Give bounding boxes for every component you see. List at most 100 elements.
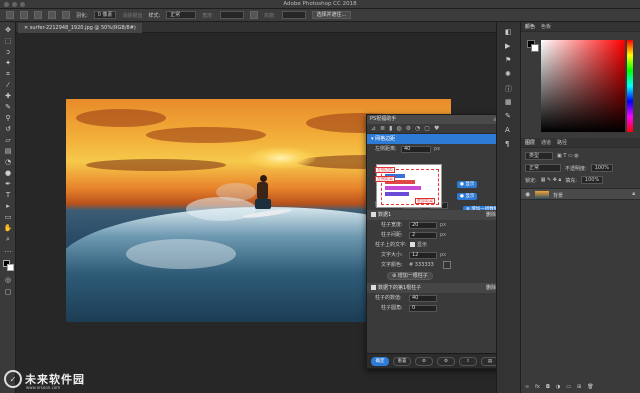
reset-button[interactable]: 重置 xyxy=(393,356,411,366)
bar-gap-input[interactable]: 2 xyxy=(409,231,437,239)
new-layer-icon[interactable]: ⊞ xyxy=(577,384,581,390)
delete-bar1-button[interactable]: 删除 xyxy=(486,283,496,293)
info-icon[interactable]: ⓘ xyxy=(505,84,512,94)
font-size-input[interactable]: 12 xyxy=(409,251,437,259)
layer-row-background[interactable]: ◉ 背景 🔒︎ xyxy=(521,188,640,200)
magic-wand-tool-icon[interactable]: ✦ xyxy=(4,59,12,67)
layer-kind-select[interactable]: 类型 xyxy=(525,152,553,160)
brush-tool-icon[interactable]: ✎ xyxy=(4,103,12,111)
confirm-button[interactable]: 确定 xyxy=(371,356,389,366)
bar-text-show-checkbox[interactable]: 显示 xyxy=(410,240,427,250)
tab-paths[interactable]: 路径 xyxy=(557,139,567,146)
opacity-input[interactable]: 100% xyxy=(590,164,613,172)
new-selection-icon[interactable] xyxy=(20,11,28,19)
blend-mode-select[interactable]: 正常 xyxy=(525,164,561,172)
add-selection-icon[interactable] xyxy=(34,11,42,19)
select-and-mask-button[interactable]: 选择并遮住... xyxy=(311,11,352,19)
feather-input[interactable]: 0 像素 xyxy=(93,11,117,19)
footer-export-icon[interactable]: ⇪ xyxy=(459,356,477,366)
style-select[interactable]: 正常 xyxy=(166,11,197,19)
history-brush-tool-icon[interactable]: ↺ xyxy=(4,125,12,133)
swap-dimensions-icon[interactable] xyxy=(249,11,258,19)
crop-tool-icon[interactable]: ⌗ xyxy=(4,70,12,78)
pie-icon[interactable]: ◔ xyxy=(415,125,420,132)
gradient-panel-icon[interactable]: ▦ xyxy=(505,98,512,106)
character-icon[interactable]: A xyxy=(505,126,510,134)
background-color-swatch[interactable] xyxy=(7,264,14,271)
hue-slider[interactable] xyxy=(627,40,633,132)
fill-input[interactable]: 100% xyxy=(580,176,604,184)
chart-icon[interactable]: ⊿ xyxy=(371,125,376,132)
heart-icon[interactable]: ♥ xyxy=(434,125,439,132)
data1-checkbox[interactable] xyxy=(371,212,376,217)
show-toggle-2[interactable]: ● 显示 xyxy=(457,193,478,200)
path-selection-tool-icon[interactable]: ▸ xyxy=(4,202,12,210)
play-action-icon[interactable]: ▶ xyxy=(505,42,510,50)
lock-icons[interactable]: ▦ ✎ ✥ 🔒︎ xyxy=(541,177,562,183)
adjustment-layer-icon[interactable]: ◑ xyxy=(556,384,560,390)
bar-value-input[interactable]: 40 xyxy=(409,294,437,302)
move-tool-icon[interactable]: ✥ xyxy=(4,26,12,34)
footer-settings-icon[interactable]: ⚙ xyxy=(415,356,433,366)
lasso-tool-icon[interactable]: ↄ xyxy=(4,48,12,56)
tab-channels[interactable]: 通道 xyxy=(541,139,551,146)
brush-panel-icon[interactable]: ✎ xyxy=(505,112,511,120)
gradient-tool-icon[interactable]: ▤ xyxy=(4,147,12,155)
zoom-tool-icon[interactable]: ⌕ xyxy=(4,235,12,243)
healing-brush-tool-icon[interactable]: ✚ xyxy=(4,92,12,100)
light-icon[interactable]: ✺ xyxy=(505,70,511,78)
eraser-tool-icon[interactable]: ▱ xyxy=(4,136,12,144)
tab-layers[interactable]: 图层 xyxy=(525,139,535,146)
frame-icon[interactable]: ▢ xyxy=(424,125,430,132)
grid-margin-section-header[interactable]: ▾ 网格边距 xyxy=(367,134,502,144)
text-icon[interactable]: ≣ xyxy=(380,125,385,132)
trash-icon[interactable]: 🗑︎ xyxy=(587,384,593,390)
bar-width-input[interactable]: 20 xyxy=(409,221,437,229)
bar-radius-input[interactable]: 0 xyxy=(409,304,437,312)
group-icon[interactable]: ▭ xyxy=(566,384,571,390)
footer-gear-icon[interactable]: ⚙ xyxy=(437,356,455,366)
clone-stamp-tool-icon[interactable]: ⚲ xyxy=(4,114,12,122)
screen-mode-icon[interactable]: ▢ xyxy=(4,288,12,296)
bar1-section-header[interactable]: 数据下的第1根柱子 删除 xyxy=(367,283,502,293)
settings-icon[interactable]: ⚙ xyxy=(406,125,411,132)
filter-icons[interactable]: ▣ T ▭ ◍ xyxy=(557,153,579,159)
data1-section-header[interactable]: 数据1 删除 xyxy=(367,210,502,220)
mask-icon[interactable]: ◘ xyxy=(546,384,550,390)
intersect-selection-icon[interactable] xyxy=(62,11,70,19)
background-swatch[interactable] xyxy=(531,44,539,52)
height-input[interactable] xyxy=(281,11,306,19)
dodge-tool-icon[interactable]: ● xyxy=(4,169,12,177)
tab-color[interactable]: 颜色 xyxy=(525,23,535,30)
fx-icon[interactable]: fx xyxy=(535,384,540,390)
rect-marquee-tool-icon[interactable]: ⬚ xyxy=(4,37,12,45)
width-input[interactable] xyxy=(219,11,244,19)
add-bar-button[interactable]: ⊕ 增加一根柱子 xyxy=(387,272,433,280)
antialias-checkbox-label[interactable]: 消除锯齿 xyxy=(122,12,142,19)
globe-icon[interactable]: ◍ xyxy=(396,125,401,132)
paragraph-icon[interactable]: ¶ xyxy=(505,140,509,148)
color-picker-field[interactable] xyxy=(541,40,625,132)
adjust-icon[interactable]: ⚑ xyxy=(505,56,511,64)
eyedropper-tool-icon[interactable]: ⁄ xyxy=(4,81,12,89)
marquee-tool-preset-icon[interactable] xyxy=(6,11,14,19)
type-tool-icon[interactable]: T xyxy=(4,191,12,199)
tab-swatches[interactable]: 色板 xyxy=(541,23,551,30)
bar-chart-icon[interactable]: ▮ xyxy=(389,125,392,132)
delete-data1-button[interactable]: 删除 xyxy=(486,210,496,220)
hand-tool-icon[interactable]: ✋ xyxy=(4,224,13,232)
show-toggle-1[interactable]: ● 显示 xyxy=(457,181,478,188)
left-margin-input[interactable]: 40 xyxy=(401,145,431,153)
bar1-checkbox[interactable] xyxy=(371,285,376,290)
pen-tool-icon[interactable]: ✒ xyxy=(4,180,12,188)
quick-mask-icon[interactable]: ◎ xyxy=(4,276,12,284)
blur-tool-icon[interactable]: ◔ xyxy=(4,158,12,166)
text-color-swatch[interactable] xyxy=(443,261,451,269)
link-layers-icon[interactable]: ∞ xyxy=(525,384,529,390)
history-icon[interactable]: ◧ xyxy=(505,28,512,36)
document-tab[interactable]: ✕ surfer-2212948_1920.jpg @ 50%(RGB/8#) xyxy=(18,23,142,33)
visibility-eye-icon[interactable]: ◉ xyxy=(525,191,530,198)
rectangle-tool-icon[interactable]: ▭ xyxy=(4,213,12,221)
subtract-selection-icon[interactable] xyxy=(48,11,56,19)
more-tools-icon[interactable]: … xyxy=(4,246,12,254)
